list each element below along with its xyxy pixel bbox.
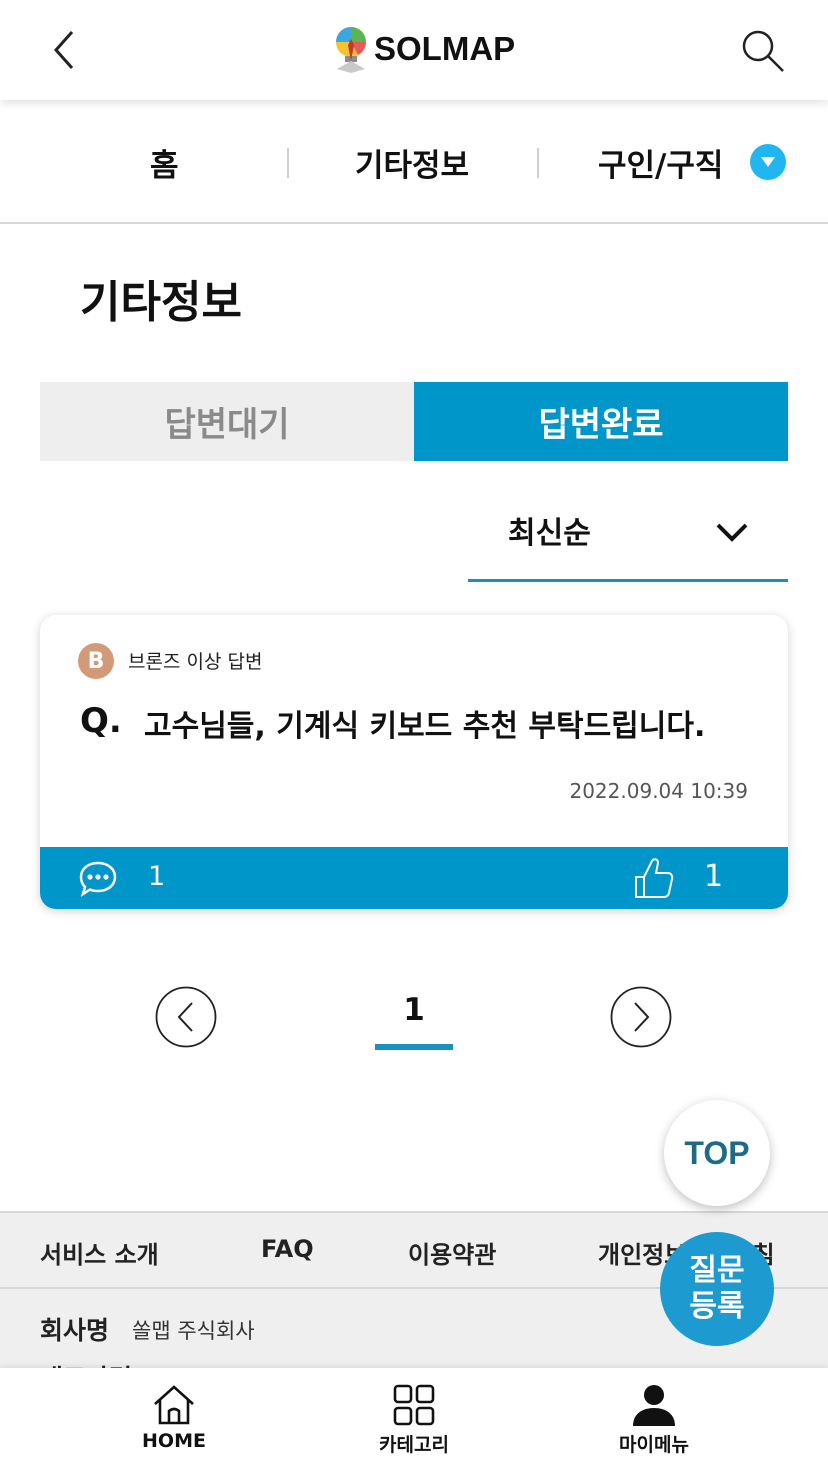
previous-page-button[interactable] [155,986,217,1048]
breadcrumb-category[interactable]: 기타정보 [355,140,469,185]
ask-question-button[interactable]: 질문 등록 [660,1232,774,1346]
current-page-number[interactable]: 1 [375,992,453,1028]
current-page-indicator [375,1044,453,1050]
triangle-down-icon [761,157,775,167]
search-button[interactable] [738,26,788,76]
question-date: 2022.09.04 10:39 [569,779,748,803]
sort-dropdown[interactable]: 최신순 [468,496,788,582]
footer-link-service[interactable]: 서비스 소개 [40,1235,159,1270]
nav-home[interactable]: HOME [104,1382,244,1452]
question-card[interactable]: B 브론즈 이상 답변 Q. 고수님들, 기계식 키보드 추천 부탁드립니다. … [40,615,788,909]
comment-count: 1 [148,861,166,892]
app-header: SOLMAP [0,0,828,100]
grid-icon [393,1384,435,1426]
chevron-down-icon [716,523,748,542]
thumbs-up-icon[interactable] [632,855,676,901]
question-title[interactable]: 고수님들, 기계식 키보드 추천 부탁드립니다. [144,701,705,745]
breadcrumb-subcategory[interactable]: 구인/구직 [598,140,723,185]
logo-text: SOLMAP [374,30,516,67]
page-title: 기타정보 [80,277,242,328]
chevron-left-circle-icon [155,986,217,1048]
next-page-button[interactable] [610,986,672,1048]
badge-label: 브론즈 이상 답변 [128,651,263,673]
comment-bubble-icon[interactable] [78,859,118,899]
footer-link-terms[interactable]: 이용약관 [408,1235,496,1270]
company-name-label: 회사명 [40,1316,110,1345]
back-button[interactable] [44,28,88,72]
ask-button-line2: 등록 [689,1289,745,1324]
ask-button-line1: 질문 [689,1253,745,1288]
answer-status-tabs: 답변대기 답변완료 [40,382,788,461]
solmap-logo[interactable]: SOLMAP [334,24,515,74]
breadcrumb-home[interactable]: 홈 [150,140,179,185]
lightbulb-logo-icon [336,27,366,73]
tab-answer-waiting[interactable]: 답변대기 [40,382,414,461]
footer-link-faq[interactable]: FAQ [261,1235,314,1263]
sort-selected-label: 최신순 [508,516,591,551]
nav-category[interactable]: 카테고리 [344,1382,484,1457]
bronze-badge-icon: B [78,643,114,679]
home-icon [154,1385,194,1425]
question-mark: Q. [80,701,122,741]
card-stats-bar: 1 1 [40,847,788,909]
nav-my-menu[interactable]: 마이메뉴 [584,1382,724,1457]
breadcrumb-divider [537,148,539,178]
scroll-top-button[interactable]: TOP [664,1100,770,1206]
bottom-navigation: HOME 카테고리 마이메뉴 [0,1368,828,1472]
chevron-right-circle-icon [610,986,672,1048]
search-icon [742,30,784,72]
breadcrumb-dropdown-button[interactable] [750,144,786,180]
breadcrumb-divider [287,148,289,178]
breadcrumb: 홈 기타정보 구인/구직 [0,100,828,224]
company-name-value: 쏠맵 주식회사 [132,1319,255,1343]
nav-home-label: HOME [142,1430,206,1452]
nav-category-label: 카테고리 [379,1434,449,1456]
like-count: 1 [704,859,724,894]
chevron-left-icon [53,31,74,69]
nav-my-menu-label: 마이메뉴 [619,1434,689,1456]
tab-answer-done[interactable]: 답변완료 [414,382,788,461]
person-icon [633,1385,675,1426]
